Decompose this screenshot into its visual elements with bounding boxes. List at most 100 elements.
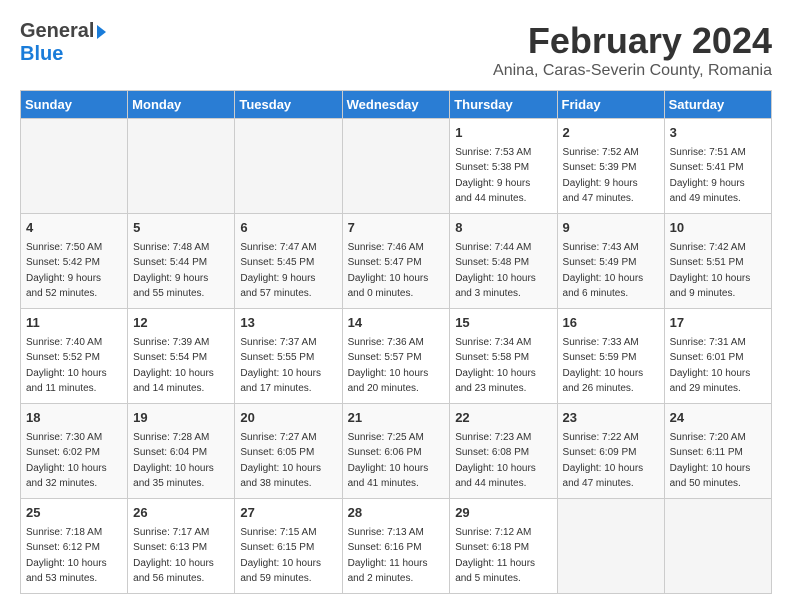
day-info: Sunrise: 7:43 AM Sunset: 5:49 PM Dayligh…	[563, 240, 659, 302]
day-number: 25	[26, 503, 122, 523]
calendar-cell: 17Sunrise: 7:31 AM Sunset: 6:01 PM Dayli…	[664, 309, 771, 404]
week-row-2: 4Sunrise: 7:50 AM Sunset: 5:42 PM Daylig…	[21, 214, 772, 309]
day-info: Sunrise: 7:40 AM Sunset: 5:52 PM Dayligh…	[26, 335, 122, 397]
day-number: 18	[26, 408, 122, 428]
day-number: 26	[133, 503, 229, 523]
calendar-table: SundayMondayTuesdayWednesdayThursdayFrid…	[20, 90, 772, 594]
day-number: 8	[455, 218, 551, 238]
day-info: Sunrise: 7:51 AM Sunset: 5:41 PM Dayligh…	[670, 145, 766, 207]
day-info: Sunrise: 7:33 AM Sunset: 5:59 PM Dayligh…	[563, 335, 659, 397]
calendar-cell: 16Sunrise: 7:33 AM Sunset: 5:59 PM Dayli…	[557, 309, 664, 404]
header-day-monday: Monday	[128, 91, 235, 119]
day-info: Sunrise: 7:13 AM Sunset: 6:16 PM Dayligh…	[348, 525, 445, 587]
week-row-3: 11Sunrise: 7:40 AM Sunset: 5:52 PM Dayli…	[21, 309, 772, 404]
day-number: 1	[455, 123, 551, 143]
calendar-cell: 26Sunrise: 7:17 AM Sunset: 6:13 PM Dayli…	[128, 499, 235, 594]
header-day-saturday: Saturday	[664, 91, 771, 119]
day-info: Sunrise: 7:34 AM Sunset: 5:58 PM Dayligh…	[455, 335, 551, 397]
calendar-cell: 14Sunrise: 7:36 AM Sunset: 5:57 PM Dayli…	[342, 309, 450, 404]
day-number: 24	[670, 408, 766, 428]
day-number: 6	[240, 218, 336, 238]
day-info: Sunrise: 7:42 AM Sunset: 5:51 PM Dayligh…	[670, 240, 766, 302]
day-info: Sunrise: 7:27 AM Sunset: 6:05 PM Dayligh…	[240, 430, 336, 492]
day-number: 7	[348, 218, 445, 238]
day-info: Sunrise: 7:17 AM Sunset: 6:13 PM Dayligh…	[133, 525, 229, 587]
calendar-cell: 10Sunrise: 7:42 AM Sunset: 5:51 PM Dayli…	[664, 214, 771, 309]
calendar-cell: 21Sunrise: 7:25 AM Sunset: 6:06 PM Dayli…	[342, 404, 450, 499]
calendar-cell: 1Sunrise: 7:53 AM Sunset: 5:38 PM Daylig…	[450, 119, 557, 214]
calendar-cell: 29Sunrise: 7:12 AM Sunset: 6:18 PM Dayli…	[450, 499, 557, 594]
week-row-1: 1Sunrise: 7:53 AM Sunset: 5:38 PM Daylig…	[21, 119, 772, 214]
week-row-4: 18Sunrise: 7:30 AM Sunset: 6:02 PM Dayli…	[21, 404, 772, 499]
location-title: Anina, Caras-Severin County, Romania	[493, 62, 772, 80]
calendar-cell: 6Sunrise: 7:47 AM Sunset: 5:45 PM Daylig…	[235, 214, 342, 309]
calendar-cell: 12Sunrise: 7:39 AM Sunset: 5:54 PM Dayli…	[128, 309, 235, 404]
calendar-cell: 13Sunrise: 7:37 AM Sunset: 5:55 PM Dayli…	[235, 309, 342, 404]
day-number: 14	[348, 313, 445, 333]
day-number: 19	[133, 408, 229, 428]
day-number: 28	[348, 503, 445, 523]
header-day-tuesday: Tuesday	[235, 91, 342, 119]
calendar-cell: 7Sunrise: 7:46 AM Sunset: 5:47 PM Daylig…	[342, 214, 450, 309]
day-number: 4	[26, 218, 122, 238]
calendar-cell: 18Sunrise: 7:30 AM Sunset: 6:02 PM Dayli…	[21, 404, 128, 499]
day-info: Sunrise: 7:37 AM Sunset: 5:55 PM Dayligh…	[240, 335, 336, 397]
day-info: Sunrise: 7:28 AM Sunset: 6:04 PM Dayligh…	[133, 430, 229, 492]
day-number: 5	[133, 218, 229, 238]
day-info: Sunrise: 7:44 AM Sunset: 5:48 PM Dayligh…	[455, 240, 551, 302]
day-info: Sunrise: 7:18 AM Sunset: 6:12 PM Dayligh…	[26, 525, 122, 587]
day-number: 11	[26, 313, 122, 333]
day-info: Sunrise: 7:48 AM Sunset: 5:44 PM Dayligh…	[133, 240, 229, 302]
day-info: Sunrise: 7:50 AM Sunset: 5:42 PM Dayligh…	[26, 240, 122, 302]
day-number: 16	[563, 313, 659, 333]
day-info: Sunrise: 7:30 AM Sunset: 6:02 PM Dayligh…	[26, 430, 122, 492]
logo: General Blue	[20, 20, 106, 66]
calendar-cell: 24Sunrise: 7:20 AM Sunset: 6:11 PM Dayli…	[664, 404, 771, 499]
calendar-cell	[21, 119, 128, 214]
calendar-cell: 28Sunrise: 7:13 AM Sunset: 6:16 PM Dayli…	[342, 499, 450, 594]
day-number: 29	[455, 503, 551, 523]
day-number: 20	[240, 408, 336, 428]
calendar-cell: 8Sunrise: 7:44 AM Sunset: 5:48 PM Daylig…	[450, 214, 557, 309]
calendar-cell	[128, 119, 235, 214]
day-number: 12	[133, 313, 229, 333]
day-info: Sunrise: 7:53 AM Sunset: 5:38 PM Dayligh…	[455, 145, 551, 207]
calendar-cell: 20Sunrise: 7:27 AM Sunset: 6:05 PM Dayli…	[235, 404, 342, 499]
day-info: Sunrise: 7:47 AM Sunset: 5:45 PM Dayligh…	[240, 240, 336, 302]
day-number: 9	[563, 218, 659, 238]
calendar-cell: 22Sunrise: 7:23 AM Sunset: 6:08 PM Dayli…	[450, 404, 557, 499]
day-number: 10	[670, 218, 766, 238]
day-info: Sunrise: 7:36 AM Sunset: 5:57 PM Dayligh…	[348, 335, 445, 397]
day-number: 3	[670, 123, 766, 143]
day-number: 23	[563, 408, 659, 428]
day-number: 22	[455, 408, 551, 428]
calendar-cell: 9Sunrise: 7:43 AM Sunset: 5:49 PM Daylig…	[557, 214, 664, 309]
day-info: Sunrise: 7:22 AM Sunset: 6:09 PM Dayligh…	[563, 430, 659, 492]
day-info: Sunrise: 7:20 AM Sunset: 6:11 PM Dayligh…	[670, 430, 766, 492]
calendar-header-row: SundayMondayTuesdayWednesdayThursdayFrid…	[21, 91, 772, 119]
calendar-cell: 5Sunrise: 7:48 AM Sunset: 5:44 PM Daylig…	[128, 214, 235, 309]
header-day-thursday: Thursday	[450, 91, 557, 119]
day-info: Sunrise: 7:23 AM Sunset: 6:08 PM Dayligh…	[455, 430, 551, 492]
calendar-cell: 2Sunrise: 7:52 AM Sunset: 5:39 PM Daylig…	[557, 119, 664, 214]
logo-triangle-icon	[97, 25, 106, 39]
calendar-cell: 3Sunrise: 7:51 AM Sunset: 5:41 PM Daylig…	[664, 119, 771, 214]
month-title: February 2024	[493, 20, 772, 62]
day-info: Sunrise: 7:31 AM Sunset: 6:01 PM Dayligh…	[670, 335, 766, 397]
calendar-cell	[664, 499, 771, 594]
day-info: Sunrise: 7:52 AM Sunset: 5:39 PM Dayligh…	[563, 145, 659, 207]
calendar-cell: 11Sunrise: 7:40 AM Sunset: 5:52 PM Dayli…	[21, 309, 128, 404]
day-number: 15	[455, 313, 551, 333]
day-number: 17	[670, 313, 766, 333]
calendar-cell: 23Sunrise: 7:22 AM Sunset: 6:09 PM Dayli…	[557, 404, 664, 499]
week-row-5: 25Sunrise: 7:18 AM Sunset: 6:12 PM Dayli…	[21, 499, 772, 594]
header-day-friday: Friday	[557, 91, 664, 119]
title-section: February 2024 Anina, Caras-Severin Count…	[493, 20, 772, 80]
calendar-cell: 19Sunrise: 7:28 AM Sunset: 6:04 PM Dayli…	[128, 404, 235, 499]
calendar-cell: 27Sunrise: 7:15 AM Sunset: 6:15 PM Dayli…	[235, 499, 342, 594]
header-day-sunday: Sunday	[21, 91, 128, 119]
calendar-cell: 25Sunrise: 7:18 AM Sunset: 6:12 PM Dayli…	[21, 499, 128, 594]
header-day-wednesday: Wednesday	[342, 91, 450, 119]
day-info: Sunrise: 7:25 AM Sunset: 6:06 PM Dayligh…	[348, 430, 445, 492]
logo-blue-text: Blue	[20, 43, 106, 66]
